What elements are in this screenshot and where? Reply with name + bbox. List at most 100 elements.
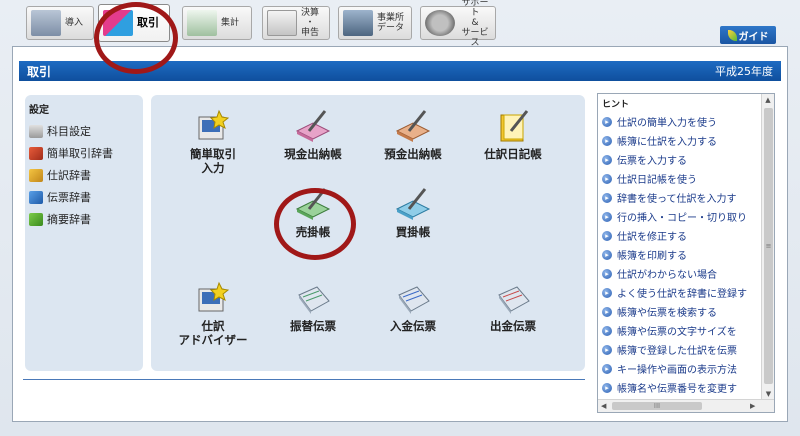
documents-icon	[267, 10, 297, 36]
scroll-thumb[interactable]: III	[612, 402, 702, 410]
cash-book-icon	[295, 110, 331, 142]
hint-link-label: 帳簿に仕訳を入力する	[617, 137, 717, 148]
computer-icon	[31, 10, 61, 36]
journal-diary-icon	[500, 110, 529, 142]
hint-bullet-icon: ▸	[602, 192, 612, 203]
tab-label: 集計	[221, 18, 240, 28]
hint-bullet-icon: ▸	[602, 287, 612, 298]
hint-link-label: 仕訳を修正する	[617, 232, 687, 243]
settings-item-accounts[interactable]: 科目設定	[29, 120, 139, 142]
cash-book[interactable]: 現金出納帳	[265, 109, 361, 161]
hint-link[interactable]: ▸ 帳簿名や伝票番号を変更す	[602, 378, 760, 397]
hint-link-label: 帳簿を印刷する	[617, 251, 687, 262]
payment-slip[interactable]: 出金伝票	[465, 281, 561, 333]
hint-link-label: 仕訳の簡単入力を使う	[617, 118, 717, 129]
hint-link-label: 帳簿や伝票の文字サイズを	[617, 327, 737, 338]
tab-label: 事業所 データ	[377, 13, 405, 33]
hint-link[interactable]: ▸ 辞書を使って仕訳を入力す	[602, 188, 760, 207]
hint-link[interactable]: ▸ 帳簿で登録した仕訳を伝票	[602, 340, 760, 359]
hint-bullet-icon: ▸	[602, 211, 612, 222]
settings-item-journal-dictionary[interactable]: 仕訳辞書	[29, 164, 139, 186]
scroll-up-arrow-icon[interactable]: ▲	[762, 94, 774, 106]
hint-link-label: 仕訳がわからない場合	[617, 270, 717, 281]
settings-item-simple-dictionary[interactable]: 簡単取引辞書	[29, 142, 139, 164]
ledger-icon	[29, 124, 43, 138]
scroll-left-arrow-icon[interactable]: ◀	[601, 400, 606, 412]
hint-vertical-scrollbar[interactable]: ▲ ≡ ▼	[761, 94, 774, 400]
hint-link[interactable]: ▸ キー操作や画面の表示方法	[602, 359, 760, 378]
hint-link[interactable]: ▸ 帳簿や伝票を検索する	[602, 302, 760, 321]
function-label: 預金出納帳	[384, 147, 442, 161]
hint-bullet-icon: ▸	[602, 382, 612, 393]
transfer-slip-icon	[298, 286, 330, 314]
hint-link[interactable]: ▸ よく使う仕訳を辞書に登録す	[602, 283, 760, 302]
hint-list: ▸ 仕訳の簡単入力を使う ▸ 帳簿に仕訳を入力する ▸ 伝票を入力する ▸ 仕訳日記帳を使う ▸…	[602, 112, 760, 397]
tab-totals[interactable]: 集計	[182, 6, 252, 40]
hint-horizontal-scrollbar[interactable]: ◀ III ▶	[598, 399, 774, 412]
hint-link-label: 帳簿で登録した仕訳を伝票	[617, 346, 737, 357]
hint-bullet-icon: ▸	[602, 306, 612, 317]
hint-bullet-icon: ▸	[602, 268, 612, 279]
journal-diary[interactable]: 仕訳日記帳	[465, 109, 561, 161]
receipt-slip-icon	[398, 286, 430, 314]
fiscal-year-label: 平成25年度	[715, 65, 773, 78]
hint-link[interactable]: ▸ 仕訳がわからない場合	[602, 264, 760, 283]
hint-bullet-icon: ▸	[602, 116, 612, 127]
hint-bullet-icon: ▸	[602, 154, 612, 165]
hint-link-label: 帳簿名や伝票番号を変更す	[617, 384, 737, 395]
transfer-slip[interactable]: 振替伝票	[265, 281, 361, 333]
scroll-right-arrow-icon[interactable]: ▶	[750, 400, 755, 412]
hint-title: ヒント	[602, 100, 630, 110]
transactions-window: 取引 平成25年度 設定 科目設定 簡単取引辞書 仕訳辞書 伝票辞書 摘要辞書	[12, 46, 788, 422]
hint-link-label: 仕訳日記帳を使う	[617, 175, 697, 186]
tab-label: 導入	[65, 18, 84, 28]
settings-item-label: 摘要辞書	[47, 213, 91, 226]
hint-link[interactable]: ▸ 帳簿に仕訳を入力する	[602, 131, 760, 150]
hint-bullet-icon: ▸	[602, 230, 612, 241]
divider-line	[23, 379, 585, 380]
settings-item-slip-dictionary[interactable]: 伝票辞書	[29, 186, 139, 208]
function-label: 仕訳 アドバイザー	[178, 319, 248, 347]
simple-transaction-entry[interactable]: 簡単取引 入力	[165, 109, 261, 175]
hint-bullet-icon: ▸	[602, 249, 612, 260]
hint-link-label: 帳簿や伝票を検索する	[617, 308, 717, 319]
tab-label: サポート & サービス	[461, 0, 489, 48]
yellow-book-icon	[29, 168, 43, 182]
simple-entry-icon	[198, 109, 230, 140]
hint-link[interactable]: ▸ 仕訳日記帳を使う	[602, 169, 760, 188]
hint-bullet-icon: ▸	[602, 344, 612, 355]
settings-item-label: 簡単取引辞書	[47, 147, 113, 160]
tab-office-data[interactable]: 事業所 データ	[338, 6, 412, 40]
hint-link[interactable]: ▸ 伝票を入力する	[602, 150, 760, 169]
function-label: 入金伝票	[390, 319, 436, 333]
building-icon	[343, 10, 373, 36]
hint-link[interactable]: ▸ 仕訳を修正する	[602, 226, 760, 245]
hint-link-label: 行の挿入・コピー・切り取り	[617, 213, 747, 224]
blue-book-icon	[29, 190, 43, 204]
highlight-circle	[274, 188, 356, 260]
scroll-thumb[interactable]: ≡	[764, 108, 773, 384]
settings-panel: 設定 科目設定 簡単取引辞書 仕訳辞書 伝票辞書 摘要辞書	[25, 95, 143, 371]
settings-item-memo-dictionary[interactable]: 摘要辞書	[29, 208, 139, 230]
tab-support-services[interactable]: サポート & サービス	[420, 0, 496, 48]
accounts-payable-ledger[interactable]: 買掛帳	[365, 187, 461, 239]
hint-link-label: 辞書を使って仕訳を入力す	[617, 194, 737, 205]
tab-settlement-filing[interactable]: 決算 ・ 申告	[262, 6, 330, 40]
guide-button[interactable]: ガイド	[720, 26, 776, 44]
journal-advisor[interactable]: 仕訳 アドバイザー	[165, 281, 261, 347]
settings-item-label: 伝票辞書	[47, 191, 91, 204]
receipt-slip[interactable]: 入金伝票	[365, 281, 461, 333]
hint-link[interactable]: ▸ 帳簿や伝票の文字サイズを	[602, 321, 760, 340]
tab-introduction[interactable]: 導入	[26, 6, 94, 40]
deposit-book-icon	[395, 110, 431, 142]
payment-slip-icon	[498, 286, 530, 314]
function-label: 簡単取引 入力	[190, 147, 236, 175]
settings-item-label: 科目設定	[47, 125, 91, 138]
deposit-book[interactable]: 預金出納帳	[365, 109, 461, 161]
hint-link[interactable]: ▸ 行の挿入・コピー・切り取り	[602, 207, 760, 226]
settings-item-label: 仕訳辞書	[47, 169, 91, 182]
hint-link[interactable]: ▸ 仕訳の簡単入力を使う	[602, 112, 760, 131]
tab-label: 決算 ・ 申告	[301, 8, 320, 38]
support-headset-icon	[425, 10, 455, 36]
hint-link[interactable]: ▸ 帳簿を印刷する	[602, 245, 760, 264]
